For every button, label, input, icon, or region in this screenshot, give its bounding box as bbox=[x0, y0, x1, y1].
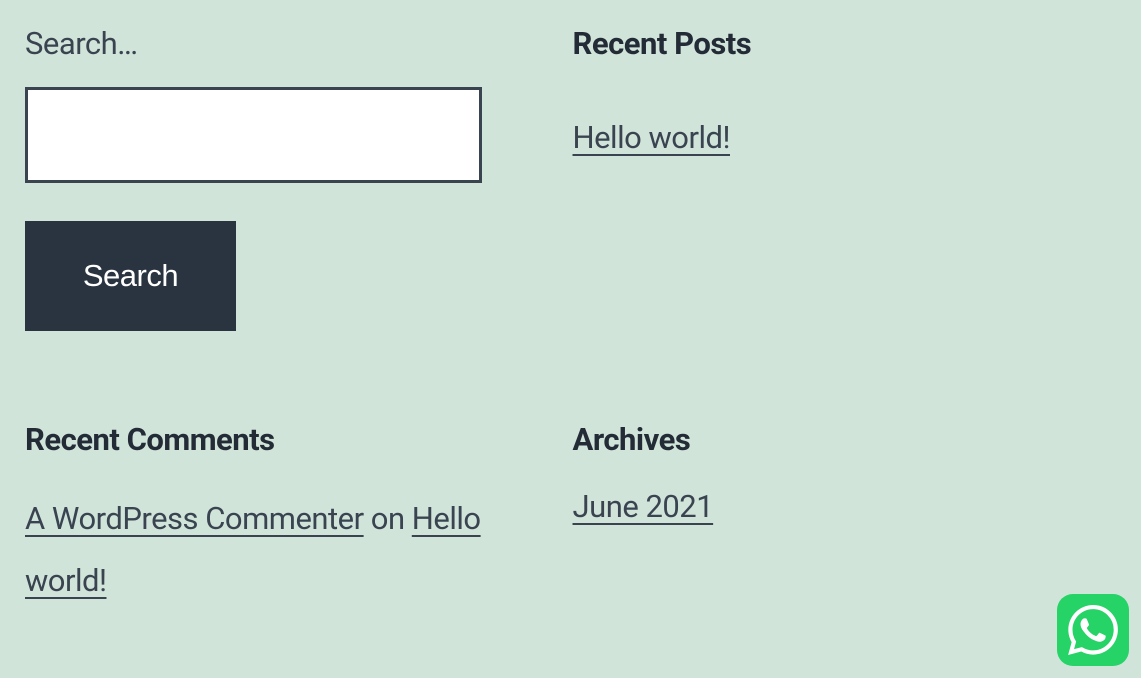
recent-comments-widget: Recent Comments A WordPress Commenter on… bbox=[25, 421, 503, 612]
recent-posts-widget: Recent Posts Hello world! bbox=[573, 25, 1051, 331]
archive-link[interactable]: June 2021 bbox=[573, 488, 714, 525]
recent-post-link[interactable]: Hello world! bbox=[573, 119, 731, 156]
search-widget: Search… Search bbox=[25, 25, 503, 331]
archives-widget: Archives June 2021 bbox=[573, 421, 1051, 612]
comment-author-link[interactable]: A WordPress Commenter bbox=[25, 500, 364, 537]
recent-comments-title: Recent Comments bbox=[25, 421, 503, 458]
comment-item: A WordPress Commenter on Hello world! bbox=[25, 488, 503, 612]
whatsapp-icon bbox=[1068, 605, 1118, 655]
recent-posts-title: Recent Posts bbox=[573, 25, 1051, 62]
search-button[interactable]: Search bbox=[25, 221, 236, 331]
archives-title: Archives bbox=[573, 421, 1051, 458]
search-label: Search… bbox=[25, 25, 503, 62]
search-input[interactable] bbox=[25, 87, 482, 183]
comment-connector: on bbox=[364, 500, 412, 537]
whatsapp-button[interactable] bbox=[1057, 594, 1129, 666]
